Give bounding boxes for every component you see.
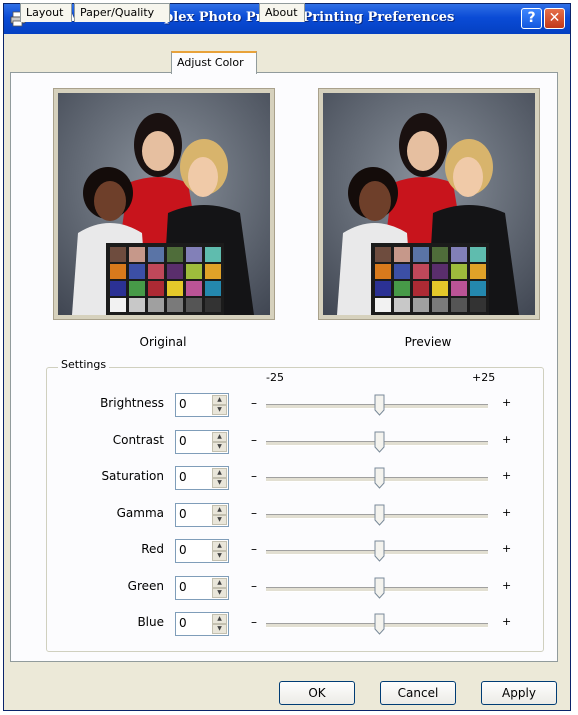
green-minus-symbol: – xyxy=(251,579,257,593)
cancel-button[interactable]: Cancel xyxy=(380,681,456,705)
tab-about[interactable]: About xyxy=(259,3,305,22)
original-image-frame xyxy=(53,88,275,320)
saturation-label: Saturation xyxy=(101,469,164,483)
original-photo xyxy=(58,93,270,315)
brightness-value[interactable]: 0 xyxy=(179,397,187,411)
saturation-minus-symbol: – xyxy=(251,469,257,483)
blue-stepper[interactable]: 0 ▲ ▼ xyxy=(175,612,229,636)
blue-label: Blue xyxy=(137,615,164,629)
contrast-down-arrow-icon[interactable]: ▼ xyxy=(212,442,227,452)
blue-plus-symbol: + xyxy=(502,615,512,628)
brightness-down-arrow-icon[interactable]: ▼ xyxy=(212,405,227,415)
gamma-label: Gamma xyxy=(116,506,164,520)
green-up-arrow-icon[interactable]: ▲ xyxy=(212,578,227,588)
ok-button[interactable]: OK xyxy=(279,681,355,705)
red-down-arrow-icon[interactable]: ▼ xyxy=(212,551,227,561)
brightness-minus-symbol: – xyxy=(251,396,257,410)
saturation-value[interactable]: 0 xyxy=(179,470,187,484)
gamma-plus-symbol: + xyxy=(502,506,512,519)
saturation-down-arrow-icon[interactable]: ▼ xyxy=(212,478,227,488)
original-caption: Original xyxy=(139,335,187,349)
brightness-stepper[interactable]: 0 ▲ ▼ xyxy=(175,393,229,417)
apply-button[interactable]: Apply xyxy=(481,681,557,705)
red-plus-symbol: + xyxy=(502,542,512,555)
gamma-up-arrow-icon[interactable]: ▲ xyxy=(212,505,227,515)
green-label: Green xyxy=(127,579,164,593)
help-button[interactable]: ? xyxy=(521,8,542,29)
contrast-label: Contrast xyxy=(112,433,164,447)
contrast-up-arrow-icon[interactable]: ▲ xyxy=(212,432,227,442)
red-minus-symbol: – xyxy=(251,542,257,556)
scale-min-label: -25 xyxy=(266,371,284,384)
contrast-slider-thumb[interactable] xyxy=(374,431,385,453)
red-stepper[interactable]: 0 ▲ ▼ xyxy=(175,539,229,563)
preview-photo xyxy=(323,93,535,315)
red-value[interactable]: 0 xyxy=(179,543,187,557)
saturation-stepper[interactable]: 0 ▲ ▼ xyxy=(175,466,229,490)
gamma-stepper[interactable]: 0 ▲ ▼ xyxy=(175,503,229,527)
red-slider-thumb[interactable] xyxy=(374,540,385,562)
green-slider-thumb[interactable] xyxy=(374,577,385,599)
green-down-arrow-icon[interactable]: ▼ xyxy=(212,588,227,598)
close-button[interactable]: ✕ xyxy=(544,8,565,29)
saturation-slider-thumb[interactable] xyxy=(374,467,385,489)
contrast-minus-symbol: – xyxy=(251,433,257,447)
gamma-slider-thumb[interactable] xyxy=(374,504,385,526)
gamma-down-arrow-icon[interactable]: ▼ xyxy=(212,515,227,525)
brightness-plus-symbol: + xyxy=(502,396,512,409)
tab-layout[interactable]: Layout xyxy=(20,3,72,22)
blue-minus-symbol: – xyxy=(251,615,257,629)
red-label: Red xyxy=(141,542,164,556)
gamma-value[interactable]: 0 xyxy=(179,507,187,521)
blue-down-arrow-icon[interactable]: ▼ xyxy=(212,624,227,634)
contrast-stepper[interactable]: 0 ▲ ▼ xyxy=(175,430,229,454)
green-plus-symbol: + xyxy=(502,579,512,592)
tab-paper-quality[interactable]: Paper/Quality xyxy=(74,3,170,22)
brightness-up-arrow-icon[interactable]: ▲ xyxy=(212,395,227,405)
red-up-arrow-icon[interactable]: ▲ xyxy=(212,541,227,551)
gamma-minus-symbol: – xyxy=(251,506,257,520)
green-value[interactable]: 0 xyxy=(179,580,187,594)
blue-up-arrow-icon[interactable]: ▲ xyxy=(212,614,227,624)
blue-value[interactable]: 0 xyxy=(179,616,187,630)
tab-adjust-color[interactable]: Adjust Color xyxy=(171,51,257,74)
saturation-up-arrow-icon[interactable]: ▲ xyxy=(212,468,227,478)
saturation-plus-symbol: + xyxy=(502,469,512,482)
preview-caption: Preview xyxy=(404,335,452,349)
contrast-plus-symbol: + xyxy=(502,433,512,446)
blue-slider-thumb[interactable] xyxy=(374,613,385,635)
preview-image-frame xyxy=(318,88,540,320)
scale-max-label: +25 xyxy=(472,371,496,384)
green-stepper[interactable]: 0 ▲ ▼ xyxy=(175,576,229,600)
brightness-slider-thumb[interactable] xyxy=(374,394,385,416)
brightness-label: Brightness xyxy=(100,396,164,410)
settings-group-label: Settings xyxy=(58,358,110,371)
contrast-value[interactable]: 0 xyxy=(179,434,187,448)
